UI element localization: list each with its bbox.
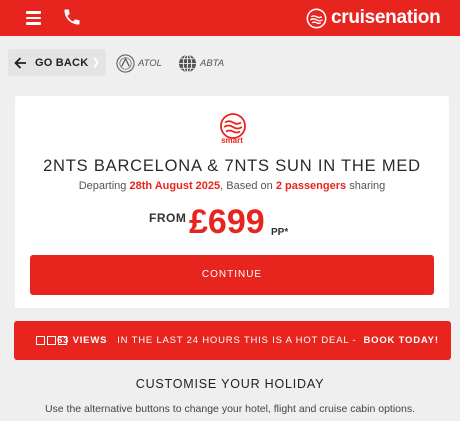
offer-card: smart 2NTS BARCELONA & 7NTS SUN IN THE M…	[15, 96, 449, 308]
chevron-right-icon: ❯	[91, 57, 100, 68]
go-back-button[interactable]: GO BACK ❯	[8, 49, 106, 76]
offer-title: 2NTS BARCELONA & 7NTS SUN IN THE MED	[43, 157, 421, 175]
arrow-left-icon	[14, 56, 26, 69]
price-from-label: FROM	[149, 211, 187, 225]
hamburger-menu-icon[interactable]	[26, 11, 41, 25]
customise-subtitle: Use the alternative buttons to change yo…	[44, 403, 416, 415]
views-count: 63 VIEWS	[57, 335, 108, 346]
abta-globe-icon	[178, 54, 197, 73]
brand-name: cruisenation	[331, 7, 441, 28]
price-amount: £699	[189, 203, 265, 241]
based-on-text: , Based on	[220, 180, 273, 192]
atol-logo-icon	[116, 54, 135, 73]
subheader: GO BACK ❯ ATOL ABTA	[0, 36, 460, 88]
brand-logo[interactable]: cruisenation	[306, 5, 441, 31]
atol-label: ATOL	[138, 58, 162, 69]
departure-info: Departing 28th August 2025, Based on 2 p…	[15, 180, 449, 192]
customise-title: CUSTOMISE YOUR HOLIDAY	[135, 377, 325, 391]
passenger-count: 2 passengers	[275, 180, 347, 192]
go-back-label: GO BACK	[35, 56, 89, 69]
departure-date: 28th August 2025	[129, 180, 221, 192]
atol-badge: ATOL	[116, 54, 162, 73]
hot-deal-banner: 63 VIEWS IN THE LAST 24 HOURS THIS IS A …	[14, 321, 451, 360]
phone-icon[interactable]	[62, 7, 82, 27]
hot-deal-text: IN THE LAST 24 HOURS THIS IS A HOT DEAL …	[117, 335, 357, 346]
cruisenation-logo-icon	[306, 8, 327, 28]
sharing-text: sharing	[349, 180, 386, 192]
departing-prefix: Departing	[78, 180, 127, 192]
continue-button[interactable]: CONTINUE	[30, 255, 434, 295]
abta-label: ABTA	[200, 58, 225, 69]
top-header-bar: cruisenation	[0, 0, 460, 36]
book-today-link[interactable]: BOOK TODAY!	[363, 335, 438, 346]
price-per-person-label: PP*	[271, 227, 289, 238]
abta-badge: ABTA	[178, 54, 224, 73]
smart-logo-text: smart	[221, 136, 243, 145]
